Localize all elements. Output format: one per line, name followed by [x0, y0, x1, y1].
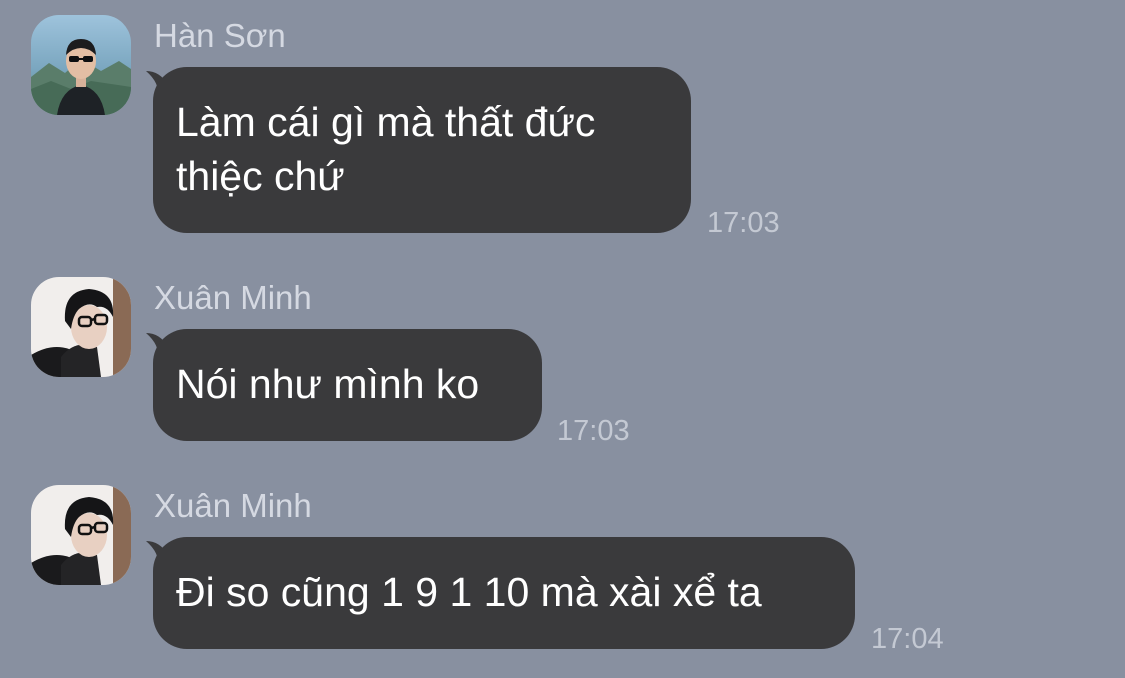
avatar-photo-icon: [31, 15, 131, 115]
chat-thread[interactable]: Hàn Sơn Làm cái gì mà thất đức thiệc chứ…: [0, 0, 1125, 678]
message-timestamp: 17:04: [871, 623, 944, 655]
message-bubble[interactable]: Đi so cũng 1 9 1 10 mà xài xể ta: [153, 537, 855, 649]
message-timestamp: 17:03: [707, 207, 780, 239]
avatar-xuan-minh[interactable]: [31, 277, 131, 377]
sender-name: Hàn Sơn: [154, 17, 286, 54]
sender-name: Xuân Minh: [154, 279, 312, 316]
avatar-photo-icon: [31, 277, 131, 377]
sender-name: Xuân Minh: [154, 487, 312, 524]
message-bubble[interactable]: Nói như mình ko: [153, 329, 542, 441]
avatar-photo-icon: [31, 485, 131, 585]
avatar-xuan-minh[interactable]: [31, 485, 131, 585]
message-timestamp: 17:03: [557, 415, 630, 447]
message-bubble[interactable]: Làm cái gì mà thất đức thiệc chứ: [153, 67, 691, 233]
avatar-han-son[interactable]: [31, 15, 131, 115]
